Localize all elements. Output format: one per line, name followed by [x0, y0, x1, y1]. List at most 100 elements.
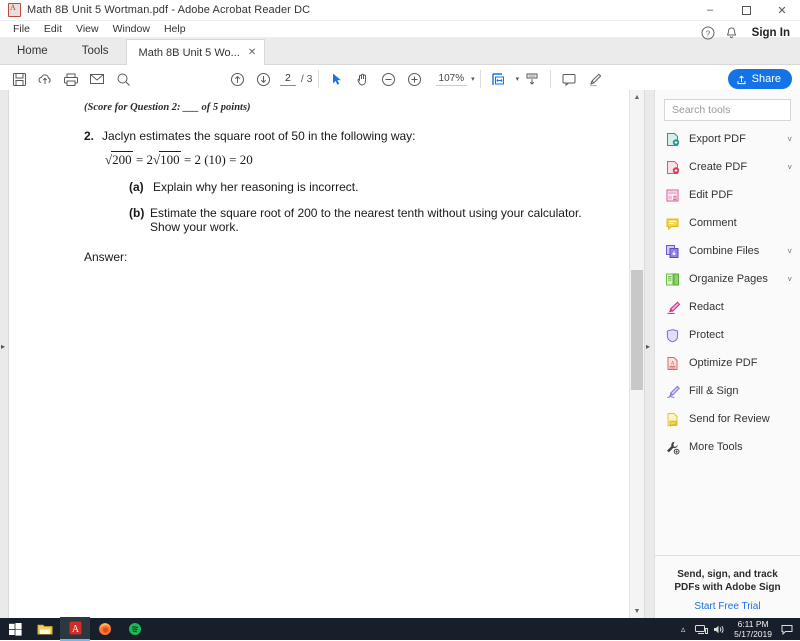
tab-document[interactable]: Math 8B Unit 5 Wo... ✕ [126, 39, 266, 65]
chevron-down-icon[interactable]: ˅ [787, 135, 792, 144]
promo-line-2: PDFs with Adobe Sign [655, 581, 800, 594]
tool-optimize-pdf[interactable]: A Optimize PDF [655, 349, 800, 377]
question-row: 2. Jaclyn estimates the square root of 5… [84, 129, 609, 143]
radicand-100: 100 [159, 151, 181, 168]
question-text: Jaclyn estimates the square root of 50 i… [102, 129, 416, 143]
tool-export-pdf[interactable]: Export PDF ˅ [655, 125, 800, 153]
tool-create-pdf[interactable]: Create PDF ˅ [655, 153, 800, 181]
tools-panel: Search tools Export PDF ˅ Create PDF ˅ [654, 90, 800, 618]
sign-in-button[interactable]: Sign In [752, 27, 790, 39]
part-a-row: (a) Explain why her reasoning is incorre… [129, 180, 609, 194]
math-eq-2: = 2 (10) = 20 [184, 152, 253, 167]
hand-tool-icon[interactable] [350, 66, 376, 92]
minimize-button[interactable]: – [692, 0, 728, 20]
organize-pages-icon [663, 271, 681, 287]
previous-page-icon[interactable] [224, 66, 250, 92]
help-icon[interactable]: ? [696, 21, 720, 45]
part-a-label: (a) [129, 180, 153, 194]
next-page-icon[interactable] [250, 66, 276, 92]
menu-window[interactable]: Window [106, 21, 157, 37]
upload-cloud-icon[interactable] [32, 66, 58, 92]
expand-navigation-icon[interactable]: ▸ [1, 342, 5, 351]
start-icon[interactable] [0, 618, 30, 640]
menu-edit[interactable]: Edit [37, 21, 69, 37]
zoom-in-icon[interactable] [402, 66, 428, 92]
chevron-down-icon[interactable]: ˅ [787, 275, 792, 284]
toolbar-divider-2 [480, 70, 481, 88]
page-number-input[interactable]: 2 [280, 72, 296, 86]
acrobat-icon[interactable]: A [60, 617, 90, 641]
tool-redact[interactable]: Redact [655, 293, 800, 321]
tab-home[interactable]: Home [0, 38, 65, 64]
page-indicator: 2 / 3 [280, 72, 313, 86]
menu-file[interactable]: File [6, 21, 37, 37]
acrobat-app-icon [8, 3, 21, 17]
menu-view[interactable]: View [69, 21, 106, 37]
select-tool-icon[interactable] [324, 66, 350, 92]
scroll-up-icon[interactable]: ▲ [630, 90, 644, 104]
search-tools-placeholder: Search tools [672, 104, 730, 116]
tab-tools[interactable]: Tools [65, 38, 126, 64]
promo-line-1: Send, sign, and track [655, 568, 800, 581]
tools-pane-toggle[interactable]: ▸ [644, 90, 654, 618]
search-tools-input[interactable]: Search tools [664, 99, 791, 121]
tab-strip: Home Tools Math 8B Unit 5 Wo... ✕ [0, 38, 800, 65]
scroll-down-icon[interactable]: ▼ [630, 604, 644, 618]
tool-edit-pdf-label: Edit PDF [689, 189, 733, 201]
zoom-level[interactable]: 107% [436, 73, 468, 86]
spotify-icon[interactable] [120, 618, 150, 640]
tool-fill-sign[interactable]: Fill & Sign [655, 377, 800, 405]
document-view[interactable]: (Score for Question 2: ___ of 5 points) … [9, 90, 629, 618]
highlight-icon[interactable] [582, 66, 608, 92]
optimize-pdf-icon: A [663, 355, 681, 371]
part-b-text: Estimate the square root of 200 to the n… [150, 206, 609, 234]
chevron-down-icon[interactable]: ˅ [787, 163, 792, 172]
zoom-out-icon[interactable] [376, 66, 402, 92]
chevron-up-icon[interactable]: ▵ [674, 624, 692, 635]
tool-comment[interactable]: Comment [655, 209, 800, 237]
action-center-icon[interactable] [778, 624, 796, 635]
toolbar-divider [318, 70, 319, 88]
math-eq-1: = 2 [136, 152, 153, 167]
save-icon[interactable] [6, 66, 32, 92]
print-icon[interactable] [58, 66, 84, 92]
tool-combine-files[interactable]: Combine Files ˅ [655, 237, 800, 265]
collapse-tools-icon[interactable]: ▸ [646, 342, 650, 351]
comment-icon [663, 215, 681, 231]
firefox-icon[interactable] [90, 618, 120, 640]
chevron-down-icon[interactable]: ˅ [787, 247, 792, 256]
tool-edit-pdf[interactable]: Edit PDF [655, 181, 800, 209]
comment-icon[interactable] [556, 66, 582, 92]
menu-help[interactable]: Help [157, 21, 193, 37]
file-explorer-icon[interactable] [30, 618, 60, 640]
start-free-trial-link[interactable]: Start Free Trial [655, 601, 800, 612]
send-for-review-icon [663, 411, 681, 427]
menu-bar: File Edit View Window Help [0, 21, 800, 38]
create-pdf-icon [663, 159, 681, 175]
tool-organize-pages[interactable]: Organize Pages ˅ [655, 265, 800, 293]
pdf-page: (Score for Question 2: ___ of 5 points) … [9, 90, 629, 618]
tool-send-for-review[interactable]: Send for Review [655, 405, 800, 433]
email-icon[interactable] [84, 66, 110, 92]
vertical-scrollbar[interactable]: ▲ ▼ [629, 90, 644, 618]
tool-protect[interactable]: Protect [655, 321, 800, 349]
page-total: / 3 [301, 73, 313, 85]
tool-more-tools[interactable]: More Tools [655, 433, 800, 461]
clock[interactable]: 6:11 PM 5/17/2019 [734, 619, 772, 639]
notification-bell-icon[interactable] [720, 21, 744, 45]
close-button[interactable]: ✕ [764, 0, 800, 20]
share-button[interactable]: Share [728, 69, 792, 89]
navigation-pane-collapsed[interactable]: ▸ [0, 90, 9, 618]
volume-icon[interactable] [710, 624, 728, 635]
search-icon[interactable] [110, 66, 136, 92]
tool-more-tools-label: More Tools [689, 441, 743, 453]
network-icon[interactable] [692, 624, 710, 635]
maximize-button[interactable] [728, 0, 764, 20]
math-expression: √200 = 2√100 = 2 (10) = 20 [105, 151, 609, 168]
close-icon[interactable]: ✕ [248, 47, 256, 58]
fit-width-icon[interactable] [486, 66, 512, 92]
chevron-down-icon[interactable]: ▾ [471, 75, 475, 83]
scrollbar-thumb[interactable] [631, 270, 643, 390]
scroll-mode-icon[interactable] [519, 66, 545, 92]
title-bar: Math 8B Unit 5 Wortman.pdf - Adobe Acrob… [0, 0, 800, 21]
